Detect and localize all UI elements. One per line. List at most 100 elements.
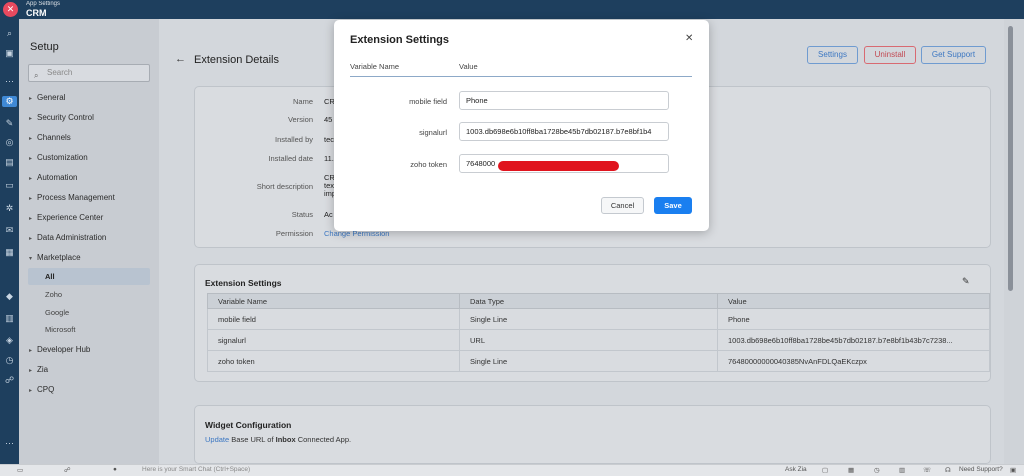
widget-text-a: Base URL of (231, 435, 274, 444)
update-link[interactable]: Update (205, 435, 229, 444)
sidebar-item-marketplace[interactable]: ▾ Marketplace (29, 253, 81, 262)
table-cell: 1003.db698e6b10ff8ba1728be45b7db02187.b7… (717, 329, 990, 351)
contacts-icon[interactable]: ☍ (64, 466, 71, 474)
table-cell: Phone (717, 308, 990, 330)
detail-label-permission: Permission (275, 229, 313, 238)
chart-icon[interactable]: ◆ (4, 291, 15, 302)
history-icon[interactable]: ◷ (874, 466, 880, 474)
widget-text-b: Connected App. (297, 435, 352, 444)
sidebar-subitem-zoho[interactable]: Zoho (45, 290, 62, 299)
sidebar-item-customization[interactable]: ▸ Customization (29, 153, 88, 162)
more-bottom-icon[interactable]: ⋯ (4, 438, 15, 449)
edit-pencil-icon[interactable]: ✎ (962, 276, 970, 287)
more-icon[interactable]: ⋯ (4, 76, 15, 87)
sidebar-item-label: Zia (37, 365, 49, 374)
sidebar-item-label: Automation (37, 173, 78, 182)
sidebar-item-label: Security Control (37, 113, 94, 122)
notes-icon[interactable]: ▤ (4, 157, 15, 168)
smart-chat-input[interactable]: Here is your Smart Chat (Ctrl+Space) (142, 466, 250, 473)
caret-right-icon: ▸ (29, 348, 33, 354)
people-icon[interactable]: ☍ (4, 375, 15, 386)
left-rail: ⌕ ▣ ⋯ ⚙ ✎ ◎ ▤ ▭ ✲ ✉ ▦ ◆ ▥ ◈ ◷ ☍ ⋯ (0, 19, 19, 464)
sidebar-item-process-management[interactable]: ▸ Process Management (29, 193, 115, 202)
table-cell: mobile field (207, 308, 460, 330)
table-cell: signalurl (207, 329, 460, 351)
sidebar-item-security-control[interactable]: ▸ Security Control (29, 113, 94, 122)
column-header: Data Type (459, 293, 718, 309)
extension-settings-modal: Extension Settings ✕ Variable Name Value… (334, 20, 709, 231)
scrollbar[interactable] (1008, 26, 1013, 291)
sidebar-item-data-administration[interactable]: ▸ Data Administration (29, 233, 106, 242)
extension-settings-table: Variable Name Data Type Value mobile fie… (207, 293, 990, 372)
grid-icon[interactable]: ▦ (848, 466, 854, 474)
calendar-icon[interactable]: ▦ (4, 247, 15, 258)
modal-title: Extension Settings (350, 34, 450, 46)
app-name: CRM (26, 8, 47, 18)
table-cell: 76480000000040385NvAnFDLQaEKczpx (717, 350, 990, 372)
gear-icon[interactable]: ✲ (4, 203, 15, 214)
chat-icon[interactable]: ▭ (4, 180, 15, 191)
mail-icon[interactable]: ✉ (4, 225, 15, 236)
page-title: Extension Details (194, 54, 279, 66)
document-icon[interactable]: ▥ (4, 313, 15, 324)
detail-label-short-description: Short description (256, 182, 313, 191)
chat-icon[interactable]: ▭ (17, 466, 23, 474)
detail-label-status: Status (291, 210, 313, 219)
close-circle-icon[interactable]: ✕ (3, 2, 18, 17)
widget-configuration-text: Update Base URL of Inbox Connected App. (205, 435, 351, 444)
settings-button[interactable]: Settings (807, 46, 858, 64)
get-support-button[interactable]: Get Support (921, 46, 986, 64)
analytics-icon[interactable]: ◎ (4, 137, 15, 148)
headset-icon[interactable]: ☊ (945, 466, 951, 474)
caret-right-icon: ▸ (29, 196, 33, 202)
sidebar-item-zia[interactable]: ▸ Zia (29, 365, 48, 374)
ask-zia-button[interactable]: Ask Zia (785, 466, 807, 473)
tasks-icon[interactable]: ✎ (4, 118, 15, 129)
scrollbar-track (1004, 19, 1024, 464)
table-row: mobile field Single Line Phone (207, 308, 990, 330)
app-settings-label: App Settings (26, 1, 61, 7)
save-button[interactable]: Save (654, 197, 692, 214)
caret-right-icon: ▸ (29, 96, 33, 102)
sidebar-item-channels[interactable]: ▸ Channels (29, 133, 71, 142)
detail-label-installed-date: Installed date (268, 154, 313, 163)
search-icon: ⌕ (34, 71, 39, 80)
detail-label-name: Name (292, 97, 313, 106)
cancel-button[interactable]: Cancel (601, 197, 644, 214)
sidebar-subitem-microsoft[interactable]: Microsoft (45, 325, 75, 334)
uninstall-button[interactable]: Uninstall (864, 46, 916, 64)
help-icon[interactable]: ▣ (1010, 466, 1016, 474)
sidebar-item-label: Process Management (37, 193, 115, 202)
detail-label-installed-by: Installed by (275, 135, 313, 144)
sidebar-item-developer-hub[interactable]: ▸ Developer Hub (29, 345, 90, 354)
zia-icon[interactable]: ▢ (822, 466, 828, 474)
sidebar-subitem-google[interactable]: Google (45, 308, 69, 317)
sidebar-item-automation[interactable]: ▸ Automation (29, 173, 77, 182)
calendar-icon[interactable]: ▥ (899, 466, 905, 474)
field-label-mobile-field: mobile field (409, 97, 447, 106)
back-arrow-icon[interactable]: ← (175, 53, 186, 65)
table-cell: Single Line (459, 350, 718, 372)
sidebar-item-general[interactable]: ▸ General (29, 93, 65, 102)
close-icon[interactable]: ✕ (685, 33, 693, 44)
settings-icon[interactable]: ⚙ (2, 96, 17, 107)
sidebar-search-input[interactable]: ⌕ Search (28, 64, 150, 82)
clock-icon[interactable]: ◷ (4, 355, 15, 366)
search-icon[interactable]: ⌕ (4, 28, 15, 39)
table-row: signalurl URL 1003.db698e6b10ff8ba1728be… (207, 329, 990, 351)
phone-icon[interactable]: ☏ (923, 466, 931, 474)
tag-icon[interactable]: ◈ (4, 335, 15, 346)
user-icon[interactable]: ● (113, 466, 117, 473)
setup-sidebar: Setup ⌕ Search ▸ General ▸ Security Contro… (19, 19, 159, 464)
detail-label-version: Version (287, 115, 313, 124)
sidebar-item-experience-center[interactable]: ▸ Experience Center (29, 213, 103, 222)
detail-value-installed-by: tec (324, 135, 335, 144)
need-support-button[interactable]: Need Support? (959, 466, 1003, 473)
signalurl-input[interactable]: 1003.db698e6b10ff8ba1728be45b7db02187.b7… (459, 122, 669, 141)
sidebar-subitem-all[interactable]: All (28, 268, 150, 285)
sidebar-item-cpq[interactable]: ▸ CPQ (29, 385, 54, 394)
mobile-field-input[interactable]: Phone (459, 91, 669, 110)
table-header-row: Variable Name Data Type Value (207, 293, 990, 309)
widget-text-bold: Inbox (275, 435, 296, 444)
activity-icon[interactable]: ▣ (4, 48, 15, 59)
